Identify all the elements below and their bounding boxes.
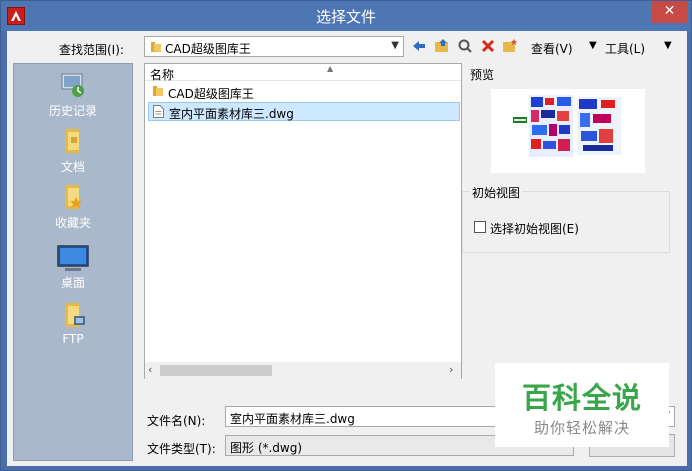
scroll-left-icon[interactable]: ‹: [148, 363, 152, 376]
title-bar[interactable]: 选择文件 ✕: [1, 1, 691, 31]
watermark-overlay: 百科全说 助你轻松解决: [495, 363, 669, 447]
tools-dropdown-arrow[interactable]: ▼: [589, 40, 597, 51]
up-folder-icon[interactable]: [434, 38, 450, 54]
floor-plan-thumbnail: [513, 95, 621, 157]
documents-folder-icon: [65, 129, 79, 153]
close-button[interactable]: ✕: [652, 1, 687, 23]
place-favorites[interactable]: 收藏夹: [14, 182, 132, 231]
place-label: 桌面: [60, 276, 85, 290]
delete-icon[interactable]: [480, 38, 496, 54]
place-label: 文档: [60, 160, 85, 174]
place-label: 历史记录: [48, 104, 97, 118]
place-label: 收藏夹: [54, 216, 91, 230]
back-arrow-icon[interactable]: [411, 38, 427, 54]
dialog-body: 查找范围(I): CAD超级图库王 ▼ 查看(V) ▼ 工具(L) ▼ 历史记录…: [7, 31, 687, 466]
look-in-value: CAD超级图库王: [165, 42, 251, 56]
places-bar: 历史记录 文档 收藏夹 桌面 FTP: [13, 63, 133, 461]
scroll-right-icon[interactable]: ›: [449, 363, 453, 376]
tools-menu-chevron-icon[interactable]: ▼: [664, 40, 672, 51]
chevron-down-icon: ▼: [391, 40, 399, 51]
list-item-label: CAD超级图库王: [168, 87, 254, 101]
list-item-label: 室内平面素材库三.dwg: [169, 107, 294, 121]
initial-view-group-label: 初始视图: [470, 184, 523, 201]
place-history[interactable]: 历史记录: [14, 70, 132, 119]
place-label: FTP: [62, 332, 84, 346]
preview-label: 预览: [470, 68, 495, 82]
filename-value: 室内平面素材库三.dwg: [230, 412, 355, 426]
search-web-icon[interactable]: [457, 38, 473, 54]
select-initial-view-label[interactable]: 选择初始视图(E): [490, 220, 579, 237]
window-title: 选择文件: [315, 8, 376, 26]
horizontal-scrollbar[interactable]: ‹ ›: [145, 362, 461, 379]
watermark-title: 百科全说: [521, 381, 642, 415]
filetype-label: 文件类型(T):: [147, 442, 216, 456]
select-initial-view-checkbox[interactable]: [474, 221, 486, 233]
list-item-folder[interactable]: CAD超级图库王: [148, 83, 460, 102]
place-documents[interactable]: 文档: [14, 126, 132, 175]
scrollbar-thumb[interactable]: [160, 365, 272, 376]
list-item-dwg-file[interactable]: 室内平面素材库三.dwg: [148, 102, 460, 121]
column-name-label: 名称: [150, 68, 175, 82]
view-menu[interactable]: 查看(V): [531, 40, 573, 57]
watermark-subtitle: 助你轻松解决: [533, 419, 630, 437]
look-in-dropdown[interactable]: CAD超级图库王 ▼: [144, 36, 404, 57]
preview-thumbnail: [491, 89, 645, 173]
file-list[interactable]: 名称 ▲ CAD超级图库王 室内平面素材库三.dwg ‹ ›: [144, 63, 462, 379]
desktop-icon: [57, 245, 89, 271]
select-file-dialog: 选择文件 ✕ 查找范围(I): CAD超级图库王 ▼ 查看(V) ▼ 工具(L)…: [0, 0, 692, 471]
place-ftp[interactable]: FTP: [14, 300, 132, 346]
folder-icon: [151, 42, 161, 52]
sort-ascending-icon: ▲: [327, 64, 334, 73]
filename-label: 文件名(N):: [147, 414, 206, 428]
place-desktop[interactable]: 桌面: [14, 244, 132, 291]
new-folder-icon[interactable]: [502, 38, 518, 54]
dwg-file-icon: [153, 105, 164, 118]
history-icon: [61, 73, 84, 97]
folder-icon: [153, 86, 163, 96]
look-in-label: 查找范围(I):: [59, 43, 124, 57]
ftp-icon: [65, 303, 85, 327]
tools-menu[interactable]: 工具(L): [605, 40, 645, 57]
filetype-value: 图形 (*.dwg): [230, 441, 303, 455]
column-header-name[interactable]: 名称 ▲: [145, 64, 461, 82]
favorites-folder-icon: [65, 185, 82, 209]
